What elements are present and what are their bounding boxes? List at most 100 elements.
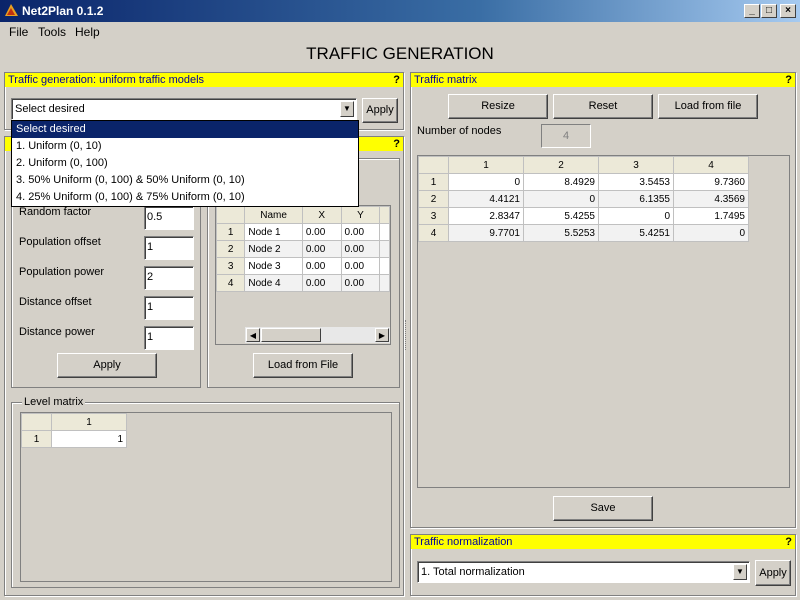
normalization-header: Traffic normalization ? [411, 535, 795, 549]
node-extra-cell [379, 240, 390, 258]
traffic-cell[interactable]: 0 [523, 190, 599, 208]
level-matrix-title: Level matrix [22, 396, 86, 408]
random-factor-label: Random factor [19, 206, 92, 218]
level-corner [21, 413, 52, 431]
level-matrix-table: 1 1 1 [20, 412, 392, 582]
uniform-header: Traffic generation: uniform traffic mode… [5, 73, 403, 87]
traffic-cell[interactable]: 2.8347 [448, 207, 524, 225]
node-row-header: 3 [216, 257, 246, 275]
traffic-cell[interactable]: 9.7360 [673, 173, 749, 191]
close-button[interactable]: × [780, 4, 796, 18]
node-name-cell[interactable]: Node 1 [244, 223, 303, 241]
traffic-matrix-header: Traffic matrix ? [411, 73, 795, 87]
help-icon[interactable]: ? [393, 137, 400, 151]
node-name-cell[interactable]: Node 2 [244, 240, 303, 258]
chevron-down-icon[interactable]: ▼ [733, 564, 747, 580]
node-x-cell[interactable]: 0.00 [301, 223, 342, 241]
maximize-button[interactable]: □ [761, 4, 777, 18]
menu-help[interactable]: Help [75, 25, 100, 39]
uniform-apply-button[interactable]: Apply [362, 98, 398, 123]
traffic-col-header: 3 [598, 156, 674, 174]
population-offset-label: Population offset [19, 236, 101, 248]
traffic-row-header: 4 [418, 224, 449, 242]
uniform-header-text: Traffic generation: uniform traffic mode… [8, 74, 205, 86]
load-from-file-button[interactable]: Load from file [658, 94, 758, 119]
save-button[interactable]: Save [553, 496, 653, 521]
node-x-cell[interactable]: 0.00 [301, 240, 342, 258]
node-name-cell[interactable]: Node 4 [244, 274, 303, 292]
minimize-button[interactable]: _ [744, 4, 760, 18]
scroll-left-icon[interactable]: ◀ [246, 328, 260, 342]
traffic-cell[interactable]: 8.4929 [523, 173, 599, 191]
traffic-row-header: 2 [418, 190, 449, 208]
traffic-cell[interactable]: 9.7701 [448, 224, 524, 242]
traffic-cell[interactable]: 6.1355 [598, 190, 674, 208]
node-x-cell[interactable]: 0.00 [301, 274, 342, 292]
node-x-cell[interactable]: 0.00 [301, 257, 342, 275]
level-cell[interactable]: 1 [51, 430, 127, 448]
node-table: Name X Y 1 Node 1 0.00 0.00 2 Node 2 0.0… [215, 205, 391, 345]
traffic-cell[interactable]: 4.4121 [448, 190, 524, 208]
node-row-header: 1 [216, 223, 246, 241]
dropdown-option[interactable]: 2. Uniform (0, 100) [12, 155, 358, 172]
help-icon[interactable]: ? [393, 73, 400, 87]
uniform-select-value: Select desired [15, 103, 85, 115]
help-icon[interactable]: ? [785, 73, 792, 87]
scroll-thumb[interactable] [261, 328, 321, 342]
node-table-header-name: Name [244, 206, 303, 224]
scroll-right-icon[interactable]: ▶ [375, 328, 389, 342]
traffic-cell[interactable]: 1.7495 [673, 207, 749, 225]
traffic-cell[interactable]: 0 [448, 173, 524, 191]
traffic-cell[interactable]: 0 [673, 224, 749, 242]
distance-power-label: Distance power [19, 326, 95, 338]
normalization-apply-button[interactable]: Apply [755, 560, 791, 586]
node-load-file-button[interactable]: Load from File [253, 353, 353, 378]
normalization-select-value: 1. Total normalization [421, 566, 525, 578]
traffic-cell[interactable]: 0 [598, 207, 674, 225]
help-icon[interactable]: ? [785, 535, 792, 549]
reset-button[interactable]: Reset [553, 94, 653, 119]
normalization-header-text: Traffic normalization [414, 536, 513, 548]
node-table-corner [216, 206, 246, 224]
app-logo-icon [5, 4, 18, 16]
distance-offset-input[interactable]: 1 [144, 296, 194, 320]
menu-file[interactable]: File [9, 25, 28, 39]
node-y-cell[interactable]: 0.00 [340, 257, 381, 275]
node-extra-cell [379, 223, 390, 241]
node-table-header-x: X [301, 206, 342, 224]
random-factor-input[interactable]: 0.5 [144, 206, 194, 230]
node-y-cell[interactable]: 0.00 [340, 240, 381, 258]
dropdown-option[interactable]: 4. 25% Uniform (0, 100) & 75% Uniform (0… [12, 189, 358, 206]
menu-bar: File Tools Help [0, 22, 800, 42]
menu-tools[interactable]: Tools [38, 25, 66, 39]
node-name-cell[interactable]: Node 3 [244, 257, 303, 275]
traffic-row-header: 3 [418, 207, 449, 225]
window-title: Net2Plan 0.1.2 [22, 4, 104, 18]
dropdown-option[interactable]: Select desired [12, 121, 358, 138]
node-table-hscrollbar[interactable]: ◀ ▶ [245, 327, 390, 343]
normalization-select[interactable]: 1. Total normalization ▼ [417, 561, 750, 583]
population-offset-input[interactable]: 1 [144, 236, 194, 260]
gravity-apply-button[interactable]: Apply [57, 353, 157, 378]
traffic-cell[interactable]: 5.4251 [598, 224, 674, 242]
traffic-col-header: 1 [448, 156, 524, 174]
distance-power-input[interactable]: 1 [144, 326, 194, 350]
traffic-cell[interactable]: 5.5253 [523, 224, 599, 242]
resize-button[interactable]: Resize [448, 94, 548, 119]
traffic-col-header: 4 [673, 156, 749, 174]
population-power-label: Population power [19, 266, 105, 278]
node-y-cell[interactable]: 0.00 [340, 223, 381, 241]
population-power-input[interactable]: 2 [144, 266, 194, 290]
dropdown-option[interactable]: 1. Uniform (0, 10) [12, 138, 358, 155]
traffic-cell[interactable]: 3.5453 [598, 173, 674, 191]
traffic-cell[interactable]: 5.4255 [523, 207, 599, 225]
uniform-model-select[interactable]: Select desired ▼ [11, 98, 357, 120]
traffic-row-header: 1 [418, 173, 449, 191]
traffic-cell[interactable]: 4.3569 [673, 190, 749, 208]
chevron-down-icon[interactable]: ▼ [340, 101, 354, 117]
node-extra-cell [379, 257, 390, 275]
splitter-handle[interactable] [405, 320, 408, 350]
node-y-cell[interactable]: 0.00 [340, 274, 381, 292]
dropdown-option[interactable]: 3. 50% Uniform (0, 100) & 50% Uniform (0… [12, 172, 358, 189]
uniform-dropdown-list: Select desired 1. Uniform (0, 10) 2. Uni… [11, 120, 359, 207]
